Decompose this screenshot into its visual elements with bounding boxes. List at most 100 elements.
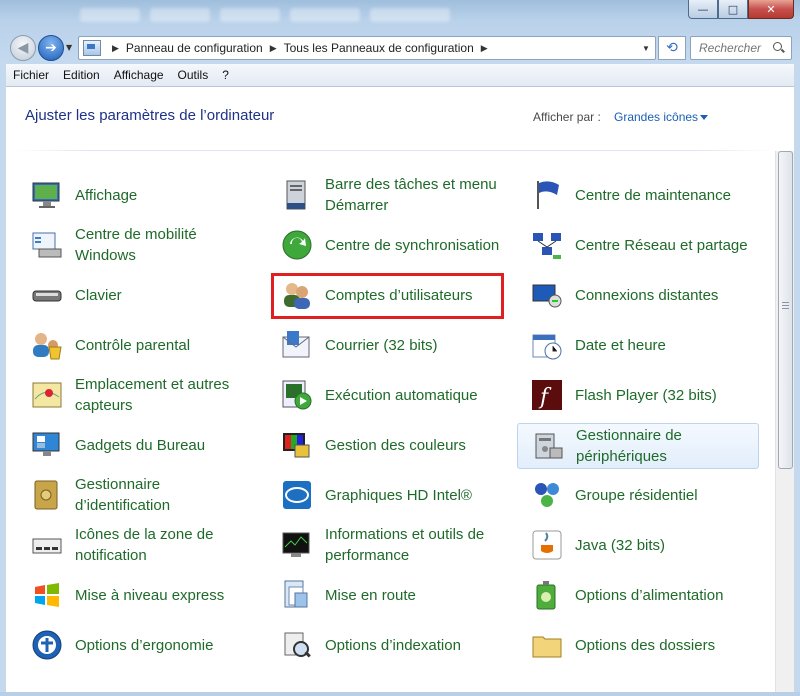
item-label: Graphiques HD Intel® xyxy=(325,486,472,504)
menu-outils[interactable]: Outils xyxy=(171,68,216,82)
search-input[interactable] xyxy=(697,40,771,56)
control-panel-item[interactable]: Gestionnaire de périphériques xyxy=(517,423,759,469)
homegroup-icon xyxy=(531,479,563,511)
control-panel-item[interactable]: Courrier (32 bits) xyxy=(267,323,507,367)
control-panel-item[interactable]: Options d’alimentation xyxy=(517,573,757,617)
item-label: Mise à niveau express xyxy=(75,586,225,604)
refresh-button[interactable]: ⟲ xyxy=(658,36,686,60)
vertical-scrollbar[interactable] xyxy=(775,151,794,696)
control-panel-item[interactable]: f Flash Player (32 bits) xyxy=(517,373,757,417)
menu-edition[interactable]: Edition xyxy=(56,68,107,82)
control-panel-item[interactable]: Clavier xyxy=(17,273,257,317)
search-icon[interactable] xyxy=(773,42,785,54)
breadcrumb-arrow-icon[interactable]: ▶ xyxy=(481,43,488,54)
item-label: Flash Player (32 bits) xyxy=(575,386,717,404)
flash-icon: f xyxy=(531,379,563,411)
control-panel-item[interactable]: Gestionnaire d’identification xyxy=(17,473,257,517)
view-by-dropdown[interactable]: Grandes icônes xyxy=(614,110,698,124)
keyboard-icon xyxy=(31,279,63,311)
item-label: Icônes de la zone de notification xyxy=(75,526,214,564)
color-icon xyxy=(281,429,313,461)
item-label: Java (32 bits) xyxy=(575,536,666,554)
folder-icon xyxy=(531,629,563,661)
autoplay-icon xyxy=(281,379,313,411)
control-panel-item[interactable]: Groupe résidentiel xyxy=(517,473,757,517)
breadcrumb-all-panels[interactable]: Tous les Panneaux de configuration xyxy=(284,41,474,55)
search-box[interactable] xyxy=(690,36,792,60)
control-panel-item[interactable]: Icônes de la zone de notification xyxy=(17,523,257,567)
scrollbar-thumb[interactable] xyxy=(778,151,793,469)
maximize-button[interactable]: □ xyxy=(718,0,748,19)
item-label: Gestionnaire d’identification xyxy=(75,476,171,514)
control-panel-item[interactable]: Centre Réseau et partage xyxy=(517,223,757,267)
minimize-button[interactable]: — xyxy=(688,0,718,19)
parental-icon xyxy=(31,329,63,361)
address-dropdown-icon[interactable]: ▼ xyxy=(637,44,655,53)
control-panel-item[interactable]: Barre des tâches et menu Démarrer xyxy=(267,173,507,217)
forward-button[interactable]: ➔ xyxy=(38,35,64,61)
menu-help[interactable]: ? xyxy=(215,68,236,82)
chevron-down-icon[interactable] xyxy=(700,115,708,120)
java-icon xyxy=(531,529,563,561)
control-panel-item[interactable]: Options d’indexation xyxy=(267,623,507,667)
control-panel-item[interactable]: Java (32 bits) xyxy=(517,523,757,567)
control-panel-item[interactable]: Exécution automatique xyxy=(267,373,507,417)
control-panel-item[interactable]: Graphiques HD Intel® xyxy=(267,473,507,517)
item-label: Clavier xyxy=(75,286,122,304)
control-panel-item[interactable]: Affichage xyxy=(17,173,257,217)
item-label: Contrôle parental xyxy=(75,336,191,354)
intel-icon xyxy=(281,479,313,511)
control-panel-item[interactable]: Mise en route xyxy=(267,573,507,617)
mobility-icon xyxy=(31,229,63,261)
control-panel-item[interactable]: Emplacement et autres capteurs xyxy=(17,373,257,417)
control-panel-item[interactable]: Gestion des couleurs xyxy=(267,423,507,467)
item-label: Options d’indexation xyxy=(325,636,461,654)
remote-icon xyxy=(531,279,563,311)
mail-icon xyxy=(281,329,313,361)
recent-pages-dropdown[interactable]: ▼ xyxy=(66,43,72,52)
item-label: Courrier (32 bits) xyxy=(325,336,438,354)
back-button[interactable]: ◀ xyxy=(10,35,36,61)
gadgets-icon xyxy=(31,429,63,461)
control-panel-item[interactable]: Options des dossiers xyxy=(517,623,757,667)
control-panel-item[interactable]: Centre de mobilité Windows xyxy=(17,223,257,267)
control-panel-item[interactable]: Centre de maintenance xyxy=(517,173,757,217)
item-label: Options des dossiers xyxy=(575,636,716,654)
item-label: Gestion des couleurs xyxy=(325,436,466,454)
item-label: Connexions distantes xyxy=(575,286,719,304)
performance-icon xyxy=(281,529,313,561)
index-icon xyxy=(281,629,313,661)
item-label: Mise en route xyxy=(325,586,416,604)
breadcrumb-arrow-icon[interactable]: ▶ xyxy=(270,43,277,54)
control-panel-item[interactable]: Informations et outils de performance xyxy=(267,523,507,567)
page-title: Ajuster les paramètres de l’ordinateur xyxy=(25,107,275,124)
divider xyxy=(14,150,772,151)
item-label: Centre de maintenance xyxy=(575,186,731,204)
item-label: Gadgets du Bureau xyxy=(75,436,206,454)
menu-affichage[interactable]: Affichage xyxy=(107,68,171,82)
control-panel-item[interactable]: Centre de synchronisation xyxy=(267,223,507,267)
getting-started-icon xyxy=(281,579,313,611)
control-panel-item[interactable]: Connexions distantes xyxy=(517,273,757,317)
vault-icon xyxy=(31,479,63,511)
control-panel-item[interactable]: Mise à niveau express xyxy=(17,573,257,617)
tray-icon xyxy=(31,529,63,561)
power-icon xyxy=(531,579,563,611)
item-label: Date et heure xyxy=(575,336,666,354)
control-panel-item[interactable]: Options d’ergonomie xyxy=(17,623,257,667)
menu-fichier[interactable]: Fichier xyxy=(6,68,56,82)
address-bar[interactable]: ▶ Panneau de configuration ▶ Tous les Pa… xyxy=(78,36,656,60)
close-button[interactable]: ✕ xyxy=(748,0,794,19)
location-icon xyxy=(31,379,63,411)
control-panel-item[interactable]: Gadgets du Bureau xyxy=(17,423,257,467)
sync-icon xyxy=(281,229,313,261)
item-label: Exécution automatique xyxy=(325,386,478,404)
breadcrumb-arrow-icon[interactable]: ▶ xyxy=(112,43,119,54)
control-panel-item[interactable]: Date et heure xyxy=(517,323,757,367)
taskbar-icon xyxy=(281,179,313,211)
menu-bar: Fichier Edition Affichage Outils ? xyxy=(6,64,794,87)
item-label: Centre de mobilité Windows xyxy=(75,226,197,264)
breadcrumb-control-panel[interactable]: Panneau de configuration xyxy=(126,41,263,55)
control-panel-item[interactable]: Contrôle parental xyxy=(17,323,257,367)
item-label: Informations et outils de performance xyxy=(325,526,485,564)
